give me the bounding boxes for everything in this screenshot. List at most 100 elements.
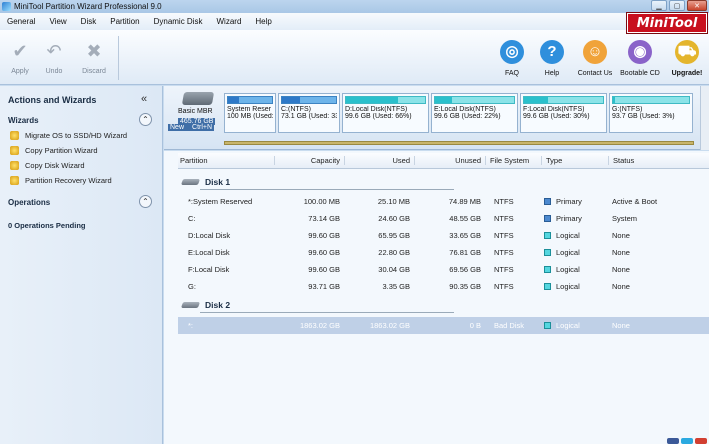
partition-recovery-wizard-link[interactable]: Partition Recovery Wizard	[10, 176, 112, 185]
diskmap-partition-f[interactable]: F:Local Disk(NTFS) 99.6 GB (Used: 30%)	[520, 93, 607, 133]
diskmap-partition-e[interactable]: E:Local Disk(NTFS) 99.6 GB (Used: 22%)	[431, 93, 518, 133]
cell-type-label: Primary	[556, 214, 582, 223]
twitter-icon[interactable]	[681, 438, 693, 444]
operations-heading: Operations	[8, 198, 51, 207]
disk2-map-strip[interactable]	[224, 141, 694, 145]
cell-unused: 48.55 GB	[449, 214, 481, 223]
disk-icon	[180, 302, 201, 308]
cell-type-label: Logical	[556, 282, 580, 291]
col-capacity[interactable]: Capacity	[274, 156, 344, 165]
cell-status: None	[612, 265, 630, 274]
help-button[interactable]: ? Help	[532, 40, 572, 77]
cell-type: Logical	[544, 248, 580, 257]
usage-fill	[613, 97, 616, 103]
menu-disk[interactable]: Disk	[74, 17, 104, 26]
cell-unused: 0 B	[469, 321, 481, 330]
partition-type-icon	[544, 322, 551, 329]
disk1-header[interactable]: Disk 1	[178, 173, 709, 191]
col-file-system[interactable]: File System	[485, 156, 529, 165]
cell-used: 65.95 GB	[378, 231, 410, 240]
bootable-cd-label: Bootable CD	[620, 70, 660, 77]
menu-general[interactable]: General	[0, 17, 42, 26]
close-icon[interactable]: ✕	[687, 0, 707, 11]
cell-type-label: Logical	[556, 248, 580, 257]
diskmap-partition-c[interactable]: C:(NTFS) 73.1 GB (Used: 33	[278, 93, 340, 133]
cell-unused: 69.56 GB	[449, 265, 481, 274]
menu-help[interactable]: Help	[248, 17, 278, 26]
cell-unused: 76.81 GB	[449, 248, 481, 257]
table-header: Partition Capacity Used Unused File Syst…	[178, 153, 709, 169]
minimize-icon[interactable]: ▁	[651, 0, 667, 11]
usage-fill	[524, 97, 548, 103]
diskmap-scrollbar[interactable]	[700, 86, 709, 150]
cell-capacity: 93.71 GB	[308, 282, 340, 291]
diskmap-partition-system-reserved[interactable]: System Reser 100 MB (Used:	[224, 93, 276, 133]
wizards-toggle-icon[interactable]: ⌃	[139, 113, 152, 126]
cell-type: Primary	[544, 197, 582, 206]
menu-partition[interactable]: Partition	[103, 17, 146, 26]
cell-type-label: Logical	[556, 321, 580, 330]
table-row[interactable]: D:Local Disk 99.60 GB 65.95 GB 33.65 GB NTFS…	[178, 227, 709, 244]
operations-toggle-icon[interactable]: ⌃	[139, 195, 152, 208]
diskmap-partition-g[interactable]: G:(NTFS) 93.7 GB (Used: 3%)	[609, 93, 693, 133]
table-row[interactable]: E:Local Disk 99.60 GB 22.80 GB 76.81 GB NTFS…	[178, 244, 709, 261]
cell-capacity: 100.00 MB	[303, 197, 340, 206]
undo-button[interactable]: ↶ Undo	[34, 40, 74, 75]
menu-view[interactable]: View	[42, 17, 73, 26]
maximize-icon[interactable]: ▢	[669, 0, 685, 11]
faq-button[interactable]: ◎ FAQ	[492, 40, 532, 77]
disk2-header[interactable]: Disk 2	[178, 296, 709, 314]
cell-status: Active & Boot	[612, 197, 658, 206]
menu-wizard[interactable]: Wizard	[210, 17, 249, 26]
migrate-os-wizard-link[interactable]: Migrate OS to SSD/HD Wizard	[10, 131, 127, 140]
table-row[interactable]: C: 73.14 GB 24.60 GB 48.55 GB NTFS Primary Sys…	[178, 210, 709, 227]
menu-bar: General View Disk Partition Dynamic Disk…	[0, 13, 709, 30]
disk-map: Basic MBR 465.76 GB New Ctrl+N System Re…	[164, 86, 709, 150]
window-controls: ▁ ▢ ✕	[651, 0, 707, 11]
cell-used: 24.60 GB	[378, 214, 410, 223]
cell-partition: D:Local Disk	[188, 231, 231, 240]
table-row[interactable]: *: 1863.02 GB 1863.02 GB 0 B Bad Disk Logical…	[178, 317, 709, 334]
cell-used: 25.10 MB	[377, 197, 410, 206]
wizards-heading: Wizards	[8, 116, 39, 125]
col-status[interactable]: Status	[608, 156, 634, 165]
wizard-icon	[10, 146, 19, 155]
table-row[interactable]: *:System Reserved 100.00 MB 25.10 MB 74.89 …	[178, 193, 709, 210]
collapse-panel-icon[interactable]: «	[141, 93, 147, 105]
cell-type-label: Logical	[556, 265, 580, 274]
col-partition[interactable]: Partition	[180, 156, 208, 165]
partition-info: 93.7 GB (Used: 3%)	[612, 113, 675, 120]
cell-file-system: NTFS	[494, 282, 514, 291]
table-row[interactable]: G: 93.71 GB 3.35 GB 90.35 GB NTFS Logical None	[178, 278, 709, 295]
partition-name: G:(NTFS)	[612, 106, 643, 113]
cart-icon: ⛟	[675, 40, 699, 64]
col-used[interactable]: Used	[344, 156, 414, 165]
window-title: MiniTool Partition Wizard Professional 9…	[14, 2, 162, 11]
cell-unused: 90.35 GB	[449, 282, 481, 291]
bootable-cd-button[interactable]: ◉ Bootable CD	[620, 40, 660, 77]
google-plus-icon[interactable]	[695, 438, 707, 444]
copy-partition-wizard-link[interactable]: Copy Partition Wizard	[10, 146, 98, 155]
discard-x-icon: ✖	[86, 41, 102, 61]
table-row[interactable]: F:Local Disk 99.60 GB 30.04 GB 69.56 GB NTFS…	[178, 261, 709, 278]
col-type[interactable]: Type	[541, 156, 562, 165]
facebook-icon[interactable]	[667, 438, 679, 444]
partition-type-icon	[544, 232, 551, 239]
partition-table: Partition Capacity Used Unused File Syst…	[164, 151, 709, 444]
usage-fill	[228, 97, 239, 103]
menu-dynamic-disk[interactable]: Dynamic Disk	[147, 17, 210, 26]
partition-type-icon	[544, 266, 551, 273]
copy-disk-wizard-link[interactable]: Copy Disk Wizard	[10, 161, 85, 170]
upgrade-button[interactable]: ⛟ Upgrade!	[667, 40, 707, 77]
social-links	[667, 438, 707, 444]
cell-capacity: 99.60 GB	[308, 231, 340, 240]
discard-button[interactable]: ✖ Discard	[74, 40, 114, 75]
contact-us-button[interactable]: ☺ Contact Us	[575, 40, 615, 77]
cell-type: Logical	[544, 265, 580, 274]
cell-type-label: Primary	[556, 197, 582, 206]
cell-file-system: NTFS	[494, 265, 514, 274]
col-unused[interactable]: Unused	[414, 156, 485, 165]
undo-icon: ↶	[46, 41, 62, 61]
diskmap-partition-d[interactable]: D:Local Disk(NTFS) 99.6 GB (Used: 66%)	[342, 93, 429, 133]
cell-type: Primary	[544, 214, 582, 223]
